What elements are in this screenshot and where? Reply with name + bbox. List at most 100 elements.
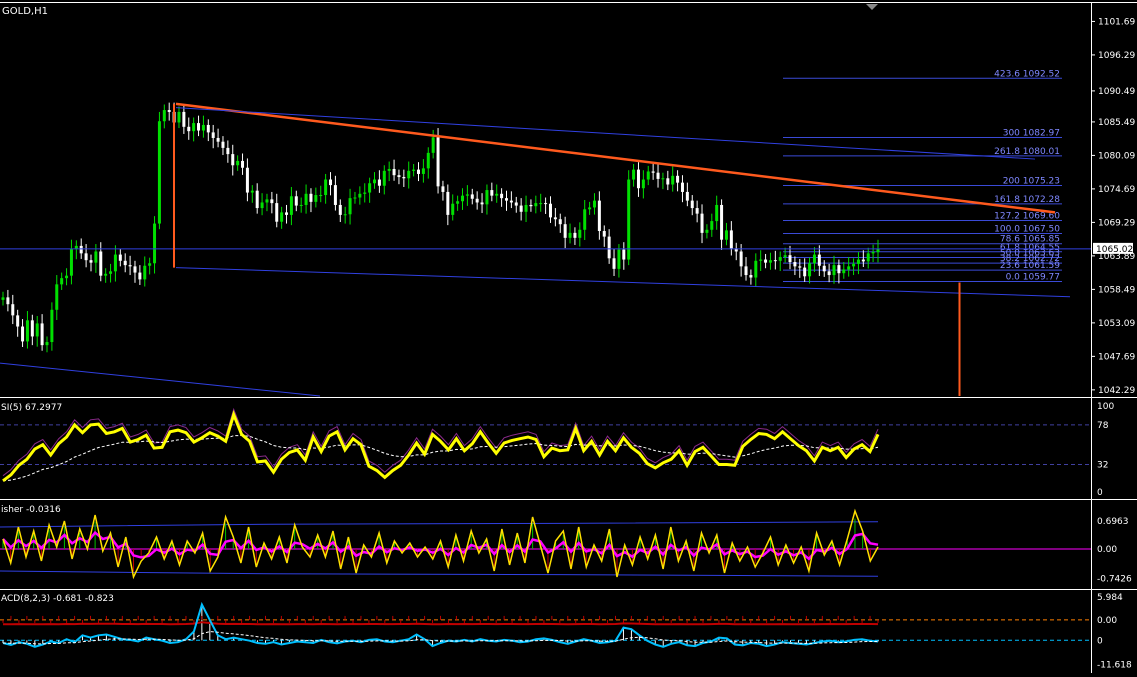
candle-body — [465, 194, 469, 196]
candle-body — [475, 198, 479, 203]
candle-body — [651, 171, 655, 173]
fib-level-label: 261.8 1080.01 — [994, 147, 1060, 157]
candle-body — [656, 172, 660, 179]
candle-body — [123, 260, 127, 266]
candle-body — [40, 323, 44, 346]
candle-body — [265, 199, 269, 203]
candle-body — [597, 200, 601, 232]
rsi-tick-label: 100 — [1097, 402, 1114, 412]
candle-body — [216, 137, 220, 142]
candle-body — [544, 203, 548, 205]
price-tick-label: 1047.69 — [1098, 352, 1135, 362]
candle-body — [700, 213, 704, 233]
macd-tick-label: 0.00 — [1097, 616, 1117, 626]
candle-body — [548, 203, 552, 218]
candle-body — [382, 170, 386, 186]
candle-body — [539, 203, 543, 205]
candle-body — [373, 179, 377, 184]
candle-body — [759, 259, 763, 261]
candle-body — [485, 190, 489, 205]
candle-body — [778, 257, 782, 261]
candle-body — [724, 230, 728, 240]
candle-body — [128, 265, 132, 267]
fisher-tick-label: 0.6963 — [1097, 517, 1129, 527]
candle-body — [617, 249, 621, 269]
candle-body — [495, 193, 499, 196]
candle-body — [143, 265, 147, 280]
candle-body — [612, 258, 616, 269]
chart-svg[interactable]: 1101.69 1096.29 1090.49 1085.49 1080.09 1074.… — [0, 0, 1137, 673]
candle-body — [153, 223, 157, 264]
candle-body — [426, 152, 430, 169]
candle-body — [138, 272, 142, 280]
macd-title: ACD(8,2,3) -0.681 -0.823 — [1, 594, 114, 604]
candle-body — [666, 178, 670, 185]
candle-body — [275, 203, 279, 222]
candle-body — [558, 219, 562, 225]
candle-body — [812, 254, 816, 264]
candle-body — [397, 175, 401, 178]
candle-body — [35, 323, 39, 337]
candle-body — [690, 200, 694, 209]
candle-body — [788, 255, 792, 263]
candle-body — [21, 326, 25, 342]
price-tick-label: 1080.09 — [1098, 151, 1135, 161]
candle-body — [417, 169, 421, 174]
candle-body — [60, 278, 64, 285]
candle-body — [241, 160, 245, 168]
candle-body — [206, 124, 210, 133]
candle-body — [470, 194, 474, 199]
candle-body — [368, 183, 372, 193]
candle-body — [837, 265, 841, 274]
candle-body — [852, 263, 856, 267]
candle-body — [177, 111, 181, 123]
candle-body — [578, 229, 582, 238]
candle-body — [524, 204, 528, 212]
candle-body — [197, 123, 201, 131]
candle-body — [588, 207, 592, 210]
candle-body — [231, 154, 235, 166]
chart-background — [0, 0, 1137, 673]
candle-body — [113, 254, 117, 272]
candle-body — [226, 147, 230, 155]
candle-body — [377, 179, 381, 186]
candle-body — [822, 265, 826, 272]
candle-body — [446, 191, 450, 215]
candle-body — [162, 110, 166, 122]
candle-body — [583, 209, 587, 230]
candle-body — [79, 245, 83, 254]
price-tick-label: 1101.69 — [1098, 17, 1135, 27]
candle-body — [671, 175, 675, 185]
candle-body — [421, 168, 425, 174]
candle-body — [50, 309, 54, 343]
candle-body — [211, 132, 215, 138]
candle-body — [11, 304, 15, 316]
macd-tick-label: 5.984 — [1097, 593, 1123, 603]
candle-body — [182, 111, 186, 127]
candle-body — [1, 297, 5, 300]
candle-body — [255, 190, 259, 209]
fib-level-label: 200 1075.23 — [1003, 177, 1060, 187]
macd-tick-label: -11.618 — [1097, 661, 1132, 671]
candle-body — [104, 273, 108, 276]
candle-body — [661, 178, 665, 180]
candle-body — [319, 195, 323, 197]
candle-body — [280, 212, 284, 222]
candle-body — [680, 182, 684, 192]
candle-body — [201, 124, 205, 131]
candle-body — [289, 196, 293, 215]
candle-body — [509, 200, 513, 203]
price-tick-label: 1085.49 — [1098, 118, 1135, 128]
candle-body — [460, 195, 464, 202]
candle-body — [324, 179, 328, 196]
candle-body — [407, 170, 411, 179]
chart-title: GOLD,H1 — [2, 6, 48, 17]
candle-body — [343, 214, 347, 216]
candle-body — [245, 167, 249, 193]
candle-body — [451, 203, 455, 215]
candle-body — [94, 251, 98, 263]
candle-body — [30, 320, 34, 337]
candle-body — [431, 137, 435, 153]
candle-body — [299, 204, 303, 206]
candle-body — [514, 202, 518, 206]
